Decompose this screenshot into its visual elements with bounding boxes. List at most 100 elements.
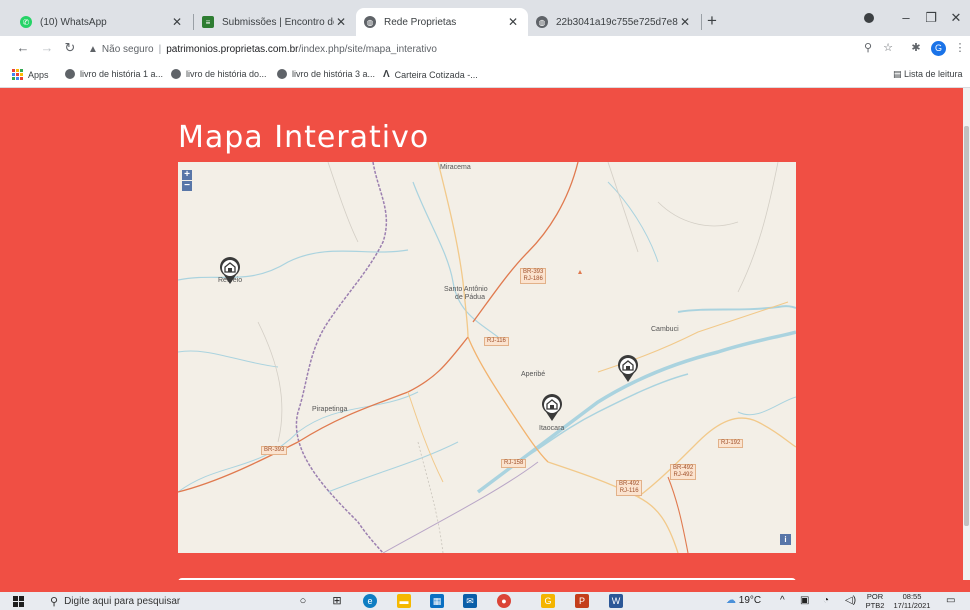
app-icon[interactable]: G (541, 594, 555, 608)
zoom-icon[interactable]: ⚲ (860, 41, 876, 54)
new-tab-button[interactable]: + (702, 11, 722, 31)
url-path: /index.php/site/mapa_interativo (298, 43, 437, 55)
heritage-marker-pin[interactable] (541, 394, 563, 422)
tab-title: Rede Proprietas (384, 16, 457, 28)
weather-widget[interactable]: ☁ 19°C (726, 595, 761, 606)
road-label: RJ-192 (721, 440, 741, 446)
tab-submissoes[interactable]: ≡ Submissões | Encontro de Cultura ✕ (194, 8, 356, 36)
windows-start-icon[interactable] (13, 596, 24, 607)
road-shield: BR-393 (261, 446, 288, 455)
input-language[interactable]: POR PTB2 (864, 592, 886, 610)
road-label: RJ-492 (673, 472, 693, 478)
apps-grid-icon (12, 69, 23, 80)
tab-image[interactable]: ◍ 22b3041a19c755e725d7e8b65b ✕ (528, 8, 700, 36)
chrome-icon[interactable]: ● (497, 594, 511, 608)
tab-title: Submissões | Encontro de Cultura (222, 16, 334, 28)
tab-title: 22b3041a19c755e725d7e8b65b (556, 16, 678, 28)
tab-whatsapp[interactable]: ✆ (10) WhatsApp ✕ (12, 8, 192, 36)
close-window-icon[interactable]: ✕ (945, 10, 967, 26)
time-label: 08:55 (902, 592, 922, 601)
url-divider: | (158, 43, 162, 55)
network-icon[interactable]: ◔ (823, 595, 829, 606)
edge-icon[interactable]: e (363, 594, 377, 608)
bookmark-item[interactable]: livro de história do... (171, 69, 267, 79)
extensions-icon[interactable]: ✱ (908, 41, 924, 54)
bookmark-star-icon[interactable]: ☆ (880, 41, 896, 54)
bookmark-label: Apps (28, 69, 49, 80)
heritage-marker-pin[interactable] (617, 355, 639, 383)
zoom-out-button[interactable]: − (182, 181, 192, 191)
volume-icon[interactable]: ◁) (845, 595, 856, 606)
warning-icon[interactable]: ▲ (88, 44, 98, 55)
road-label: BR-393 (523, 269, 544, 275)
taskbar-search[interactable]: ⚲ Digite aqui para pesquisar (50, 593, 272, 609)
profile-avatar[interactable]: G (931, 41, 946, 56)
tray-app-icon[interactable]: ▣ (800, 595, 809, 606)
map-info-button[interactable]: i (780, 534, 791, 545)
minimize-icon[interactable]: – (895, 10, 917, 25)
taskbar-search-placeholder: Digite aqui para pesquisar (64, 595, 181, 607)
road-shield: RJ-158 (501, 459, 527, 468)
powerpoint-icon[interactable]: P (575, 594, 589, 608)
place-label: Miracema (440, 164, 471, 171)
place-label: Aperibé (521, 371, 546, 378)
forward-icon[interactable]: → (38, 40, 56, 55)
reload-icon[interactable]: ↻ (61, 40, 79, 56)
reading-list-icon: ▤ (893, 69, 905, 79)
road-shield: BR-492 RJ-116 (616, 480, 643, 496)
road-label: RJ-116 (619, 488, 639, 494)
security-label: Não seguro (101, 43, 154, 55)
tray-chevron-icon[interactable]: ^ (780, 595, 785, 606)
back-icon[interactable]: ← (14, 40, 32, 55)
map-base-layer (178, 162, 796, 553)
road-shield: BR-492 RJ-492 (670, 464, 697, 480)
bookmark-item[interactable]: livro de história 3 a... (277, 69, 375, 79)
close-tab-icon[interactable]: ✕ (334, 15, 348, 29)
zoom-in-button[interactable]: + (182, 170, 192, 180)
cortana-icon[interactable]: ○ (296, 594, 310, 608)
address-bar[interactable]: ▲ Não seguro | patrimonios.proprietas.co… (88, 39, 898, 59)
place-label: Itaocara (539, 425, 565, 432)
tab-strip: ✆ (10) WhatsApp ✕ ≡ Submissões | Encontr… (0, 0, 970, 36)
page-content: Mapa Interativo + − Miracema Santo Antôn… (0, 88, 963, 580)
tab-rede-proprietas[interactable]: ◍ Rede Proprietas ✕ (356, 8, 528, 36)
bookmark-label: Carteira Cotizada -... (394, 69, 478, 80)
windows-taskbar: ⚲ Digite aqui para pesquisar ○ ⊞ e ▬ ▦ ✉… (0, 592, 970, 610)
store-icon[interactable]: ▦ (430, 594, 444, 608)
close-tab-icon[interactable]: ✕ (678, 15, 692, 29)
notification-icon[interactable]: ▭ (946, 595, 955, 606)
restore-icon[interactable]: ❐ (920, 10, 942, 26)
globe-icon (65, 69, 75, 79)
file-explorer-icon[interactable]: ▬ (397, 594, 411, 608)
close-tab-icon[interactable]: ✕ (506, 15, 520, 29)
bookmark-item[interactable]: Λ Carteira Cotizada -... (383, 69, 478, 80)
reading-list[interactable]: ▤ Lista de leitura (893, 69, 963, 80)
place-label: Santo Antônio (444, 286, 488, 293)
scrollbar-thumb[interactable] (964, 126, 969, 526)
tab-title: (10) WhatsApp (40, 16, 107, 28)
close-tab-icon[interactable]: ✕ (170, 15, 184, 29)
bookmark-item[interactable]: livro de história 1 a... (65, 69, 163, 79)
task-view-icon[interactable]: ⊞ (330, 594, 344, 608)
temperature-label: 19°C (738, 595, 762, 606)
page-scrollbar[interactable] (963, 88, 970, 580)
carteira-logo-icon: Λ (383, 69, 390, 80)
road-label: RJ-116 (487, 338, 506, 344)
word-icon[interactable]: W (609, 594, 623, 608)
interactive-map[interactable]: + − Miracema Recreio Santo Antônio de Pá… (178, 162, 796, 553)
peak-icon (578, 270, 582, 274)
globe-icon (277, 69, 287, 79)
road-label: RJ-186 (523, 276, 543, 282)
search-icon: ⚲ (50, 595, 59, 608)
bookmarks-bar: Apps livro de história 1 a... livro de h… (0, 62, 970, 88)
mail-icon[interactable]: ✉ (463, 594, 477, 608)
tab-search-icon[interactable] (864, 13, 874, 23)
url-host: patrimonios.proprietas.com.br (166, 43, 299, 55)
bookmark-apps[interactable]: Apps (12, 69, 49, 80)
heritage-marker-pin[interactable] (219, 257, 241, 285)
road-shield: RJ-192 (718, 439, 744, 448)
clock[interactable]: 08:55 17/11/2021 (890, 592, 934, 610)
globe-icon (171, 69, 181, 79)
menu-dots-icon[interactable]: ⋮ (952, 41, 968, 54)
page-title: Mapa Interativo (178, 120, 430, 155)
